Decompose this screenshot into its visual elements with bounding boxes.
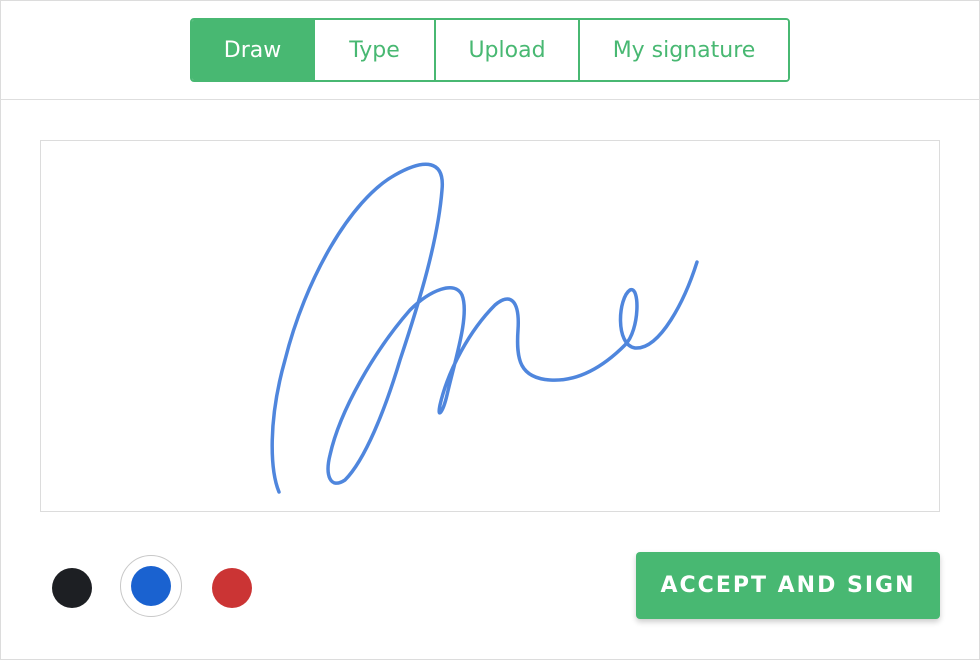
ink-color-blue[interactable] (131, 566, 171, 606)
signature-stroke (270, 162, 699, 494)
accept-and-sign-button[interactable]: ACCEPT AND SIGN (636, 552, 940, 619)
signature-canvas[interactable] (40, 140, 940, 512)
ink-color-black[interactable] (52, 568, 92, 608)
ink-color-red[interactable] (212, 568, 252, 608)
